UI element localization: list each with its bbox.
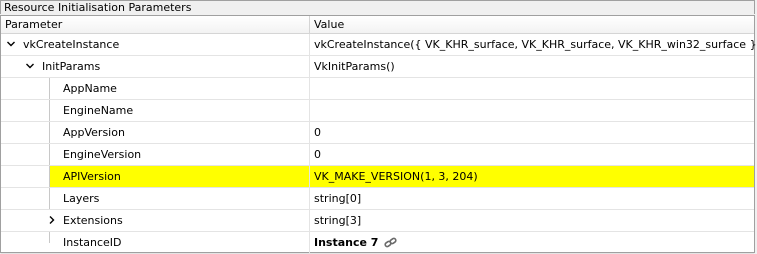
- tree-row-appversion[interactable]: AppVersion 0: [1, 122, 754, 144]
- tree-row-extensions[interactable]: Extensions string[3]: [1, 210, 754, 232]
- param-label: Extensions: [63, 214, 123, 227]
- chevron-down-icon[interactable]: [7, 40, 15, 48]
- instance-link[interactable]: Instance 7: [314, 236, 378, 249]
- param-value: string[0]: [314, 192, 362, 205]
- param-label: APIVersion: [63, 170, 121, 183]
- tree-row-enginename[interactable]: EngineName: [1, 100, 754, 122]
- param-value: [310, 78, 754, 99]
- param-label: vkCreateInstance: [23, 38, 120, 51]
- tree-row-appname[interactable]: AppName: [1, 78, 754, 100]
- param-label: EngineName: [63, 104, 134, 117]
- param-value: string[3]: [314, 214, 362, 227]
- tree-row-apiversion[interactable]: APIVersion VK_MAKE_VERSION(1, 3, 204): [1, 166, 754, 188]
- chevron-down-icon[interactable]: [26, 62, 34, 70]
- param-label: Layers: [63, 192, 100, 205]
- chain-link-icon[interactable]: [384, 237, 398, 249]
- chevron-right-icon[interactable]: [48, 216, 56, 224]
- param-value: 0: [314, 148, 321, 161]
- param-label: AppVersion: [63, 126, 125, 139]
- resource-init-params-panel: Resource Initialisation Parameters Param…: [0, 0, 757, 254]
- param-label: InstanceID: [63, 236, 122, 249]
- tree-row-instanceid[interactable]: InstanceID Instance 7: [1, 232, 754, 254]
- tree-row-layers[interactable]: Layers string[0]: [1, 188, 754, 210]
- column-header-value[interactable]: Value: [310, 16, 754, 33]
- param-value: VK_MAKE_VERSION(1, 3, 204): [310, 166, 754, 187]
- tree-row-initparams[interactable]: InitParams VkInitParams(): [1, 56, 754, 78]
- panel-title: Resource Initialisation Parameters: [0, 0, 755, 14]
- param-value: 0: [314, 126, 321, 139]
- param-value: VkInitParams(): [314, 60, 395, 73]
- param-value: vkCreateInstance({ VK_KHR_surface, VK_KH…: [314, 38, 757, 51]
- param-label: EngineVersion: [63, 148, 142, 161]
- tree-header: Parameter Value: [1, 16, 754, 34]
- param-label: AppName: [63, 82, 117, 95]
- parameter-tree[interactable]: Parameter Value vkCreateInstance vkCreat…: [0, 15, 757, 254]
- column-header-parameter[interactable]: Parameter: [1, 16, 310, 33]
- tree-row-vkcreateinstance[interactable]: vkCreateInstance vkCreateInstance({ VK_K…: [1, 34, 757, 56]
- param-label: InitParams: [42, 60, 101, 73]
- tree-row-engineversion[interactable]: EngineVersion 0: [1, 144, 754, 166]
- param-value: [310, 100, 754, 121]
